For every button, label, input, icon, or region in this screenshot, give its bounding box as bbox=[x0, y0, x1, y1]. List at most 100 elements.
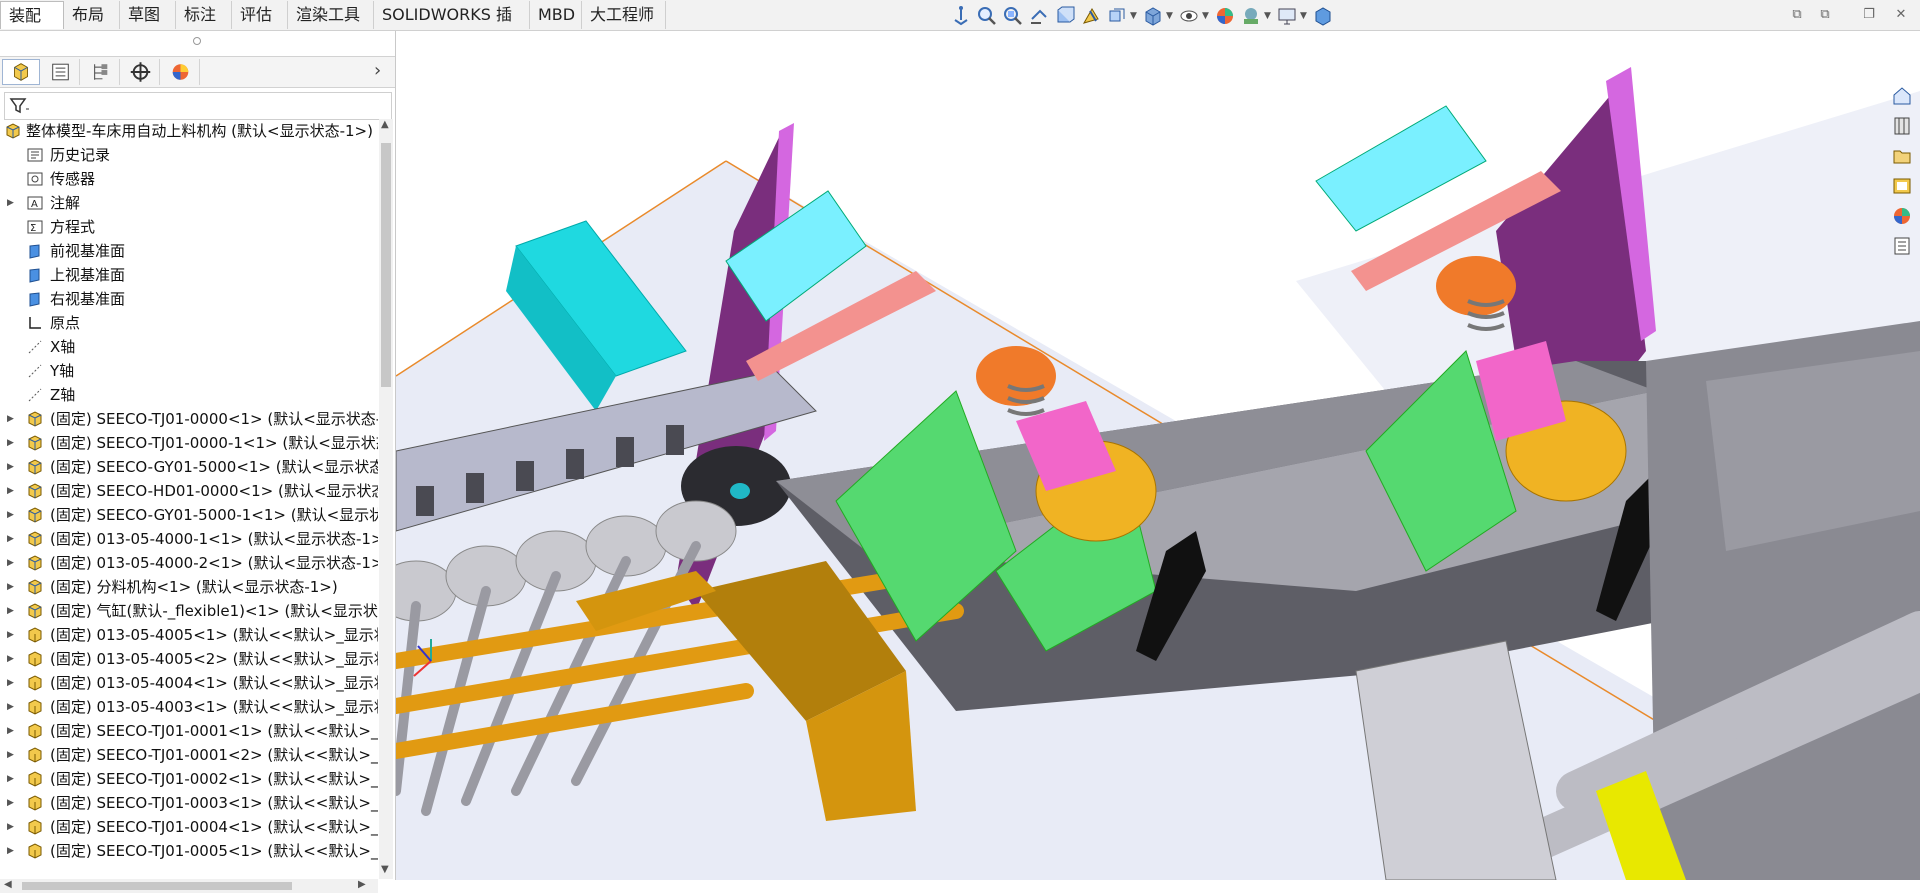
tree-item[interactable]: 历史记录 bbox=[0, 143, 378, 167]
tab-render-tools[interactable]: 渲染工具 bbox=[288, 1, 374, 29]
tab-evaluate[interactable]: 评估 bbox=[232, 1, 288, 29]
tree-item[interactable]: 右视基准面 bbox=[0, 287, 378, 311]
dynamic-annotation-icon[interactable] bbox=[1080, 5, 1102, 27]
expand-arrow-icon[interactable]: ▶ bbox=[7, 551, 14, 575]
tree-item[interactable]: ▶ (固定) 分料机构<1> (默认<显示状态-1>) bbox=[0, 575, 378, 599]
graphics-area[interactable] bbox=[396, 31, 1920, 880]
tab-layout[interactable]: 布局 bbox=[64, 1, 120, 29]
expand-arrow-icon[interactable]: ▶ bbox=[7, 815, 14, 839]
tree-horizontal-scrollbar[interactable]: ◀ ▶ bbox=[0, 879, 378, 893]
tab-solidworks-addins[interactable]: SOLIDWORKS 插件 bbox=[374, 1, 530, 52]
tree-item[interactable]: 传感器 bbox=[0, 167, 378, 191]
apply-scene-icon[interactable] bbox=[1240, 5, 1262, 27]
horizontal-scroll-thumb[interactable] bbox=[22, 882, 292, 890]
tab-mbd[interactable]: MBD bbox=[530, 1, 582, 29]
tab-assembly[interactable]: 装配体 bbox=[0, 1, 64, 53]
expand-arrow-icon[interactable]: ▶ bbox=[7, 599, 14, 623]
tree-item[interactable]: 前视基准面 bbox=[0, 239, 378, 263]
expand-arrow-icon[interactable]: ▶ bbox=[7, 719, 14, 743]
tree-item[interactable]: ▶ (固定) 013-05-4000-1<1> (默认<显示状态-1>) bbox=[0, 527, 378, 551]
tree-item[interactable]: ▶ (固定) SEECO-TJ01-0002<1> (默认<<默认>_显 bbox=[0, 767, 378, 791]
tree-item[interactable]: ▶ (固定) SEECO-TJ01-0001<1> (默认<<默认>_显 bbox=[0, 719, 378, 743]
custom-properties-icon[interactable] bbox=[1891, 235, 1913, 257]
tree-root[interactable]: 整体模型-车床用自动上料机构 (默认<显示状态-1>) bbox=[0, 119, 378, 143]
featuremanager-icon[interactable] bbox=[2, 59, 40, 85]
tree-item[interactable]: ▶ (固定) SEECO-GY01-5000<1> (默认<显示状态- bbox=[0, 455, 378, 479]
configurationmanager-icon[interactable] bbox=[82, 59, 120, 85]
tab-sketch[interactable]: 草图 bbox=[120, 1, 176, 29]
propertymanager-icon[interactable] bbox=[42, 59, 80, 85]
panel-grip-icon[interactable] bbox=[193, 37, 201, 45]
scroll-right-icon[interactable]: ▶ bbox=[358, 879, 366, 890]
tree-item[interactable]: 原点 bbox=[0, 311, 378, 335]
tree-item[interactable]: ▶ (固定) SEECO-GY01-5000-1<1> (默认<显示状态 bbox=[0, 503, 378, 527]
scroll-down-icon[interactable]: ▼ bbox=[381, 864, 389, 875]
tree-item[interactable]: X轴 bbox=[0, 335, 378, 359]
expand-arrow-icon[interactable]: ▶ bbox=[7, 839, 14, 863]
expand-arrow-icon[interactable]: ▶ bbox=[7, 503, 14, 527]
tile-right-icon[interactable]: ⧉ bbox=[1816, 6, 1834, 24]
expand-arrow-icon[interactable]: ▶ bbox=[7, 695, 14, 719]
tree-item[interactable]: ▶ (固定) SEECO-TJ01-0000<1> (默认<显示状态-1 bbox=[0, 407, 378, 431]
tree-item[interactable]: ▶ (固定) 气缸(默认-_flexible1)<1> (默认<显示状态 bbox=[0, 599, 378, 623]
displaymanager-icon[interactable] bbox=[162, 59, 200, 85]
zoom-to-fit-icon[interactable] bbox=[976, 5, 998, 27]
restore-icon[interactable]: ❐ bbox=[1860, 6, 1878, 24]
edit-appearance-icon[interactable] bbox=[1214, 5, 1236, 27]
previous-view-icon[interactable] bbox=[1028, 5, 1050, 27]
section-view-icon[interactable] bbox=[1054, 5, 1076, 27]
expand-arrow-icon[interactable]: ▶ bbox=[7, 767, 14, 791]
expand-arrow-icon[interactable]: ▶ bbox=[7, 647, 14, 671]
display-style-icon[interactable] bbox=[1142, 5, 1164, 27]
expand-arrow-icon[interactable]: ▶ bbox=[7, 479, 14, 503]
tree-item[interactable]: ▶ (固定) SEECO-TJ01-0004<1> (默认<<默认>_显 bbox=[0, 815, 378, 839]
expand-arrow-icon[interactable]: ▶ bbox=[7, 791, 14, 815]
tree-item[interactable]: ▶ (固定) SEECO-TJ01-0005<1> (默认<<默认>_显 bbox=[0, 839, 378, 863]
scroll-up-icon[interactable]: ▲ bbox=[381, 119, 389, 130]
view-orientation-icon[interactable] bbox=[950, 5, 972, 27]
tree-item[interactable]: 上视基准面 bbox=[0, 263, 378, 287]
tree-item[interactable]: ▶ (固定) SEECO-TJ01-0003<1> (默认<<默认>_显 bbox=[0, 791, 378, 815]
hide-show-icon[interactable] bbox=[1178, 5, 1200, 27]
expand-arrow-icon[interactable]: ▶ bbox=[7, 191, 14, 215]
expand-arrow-icon[interactable]: ▶ bbox=[7, 527, 14, 551]
dimxpertmanager-icon[interactable] bbox=[122, 59, 160, 85]
zoom-area-icon[interactable] bbox=[1002, 5, 1024, 27]
tile-left-icon[interactable]: ⧉ bbox=[1788, 6, 1806, 24]
3d-view-icon[interactable] bbox=[1312, 5, 1334, 27]
tree-item[interactable]: ▶ (固定) SEECO-TJ01-0000-1<1> (默认<显示状态 bbox=[0, 431, 378, 455]
solidworks-resources-icon[interactable] bbox=[1891, 85, 1913, 107]
expand-arrow-icon[interactable]: ▶ bbox=[7, 575, 14, 599]
expand-arrow-icon[interactable]: ▶ bbox=[7, 431, 14, 455]
tree-item[interactable]: ▶ (固定) 013-05-4004<1> (默认<<默认>_显示状 bbox=[0, 671, 378, 695]
scroll-thumb[interactable] bbox=[381, 143, 391, 387]
design-library-icon[interactable] bbox=[1891, 115, 1913, 137]
tree-item[interactable]: ▶ (固定) 013-05-4005<1> (默认<<默认>_显示状 bbox=[0, 623, 378, 647]
expand-arrow-icon[interactable]: ▶ bbox=[7, 407, 14, 431]
expand-arrow-icon[interactable]: ▶ bbox=[7, 623, 14, 647]
file-explorer-icon[interactable] bbox=[1891, 145, 1913, 167]
close-icon[interactable]: ✕ bbox=[1892, 6, 1910, 24]
view-palette-icon[interactable] bbox=[1891, 175, 1913, 197]
tree-item[interactable]: ▶ (固定) 013-05-4003<1> (默认<<默认>_显示状 bbox=[0, 695, 378, 719]
tree-item[interactable]: ▶ (固定) SEECO-TJ01-0001<2> (默认<<默认>_显 bbox=[0, 743, 378, 767]
tree-item[interactable]: Y轴 bbox=[0, 359, 378, 383]
feature-filter-input[interactable] bbox=[4, 92, 392, 120]
expand-arrow-icon[interactable]: ▶ bbox=[7, 671, 14, 695]
tab-markup[interactable]: 标注 bbox=[176, 1, 232, 29]
appearances-icon[interactable] bbox=[1891, 205, 1913, 227]
expand-arrow-icon[interactable]: ▶ bbox=[7, 455, 14, 479]
tree-item[interactable]: ▶ (固定) SEECO-HD01-0000<1> (默认<显示状态- bbox=[0, 479, 378, 503]
scroll-left-icon[interactable]: ◀ bbox=[4, 879, 12, 890]
tree-vertical-scrollbar[interactable]: ▲ ▼ bbox=[379, 119, 393, 879]
tab-big-engineer[interactable]: 大工程师 bbox=[582, 1, 666, 29]
display-settings-icon[interactable] bbox=[1276, 5, 1298, 27]
expand-tabs-button[interactable]: › bbox=[374, 60, 381, 81]
tree-item[interactable]: ▶ A 注解 bbox=[0, 191, 378, 215]
expand-arrow-icon[interactable]: ▶ bbox=[7, 743, 14, 767]
view-settings-icon[interactable] bbox=[1106, 5, 1128, 27]
tree-item[interactable]: ▶ (固定) 013-05-4005<2> (默认<<默认>_显示状 bbox=[0, 647, 378, 671]
tree-item[interactable]: Σ 方程式 bbox=[0, 215, 378, 239]
tree-item[interactable]: Z轴 bbox=[0, 383, 378, 407]
tree-item[interactable]: ▶ (固定) 013-05-4000-2<1> (默认<显示状态-1>) bbox=[0, 551, 378, 575]
